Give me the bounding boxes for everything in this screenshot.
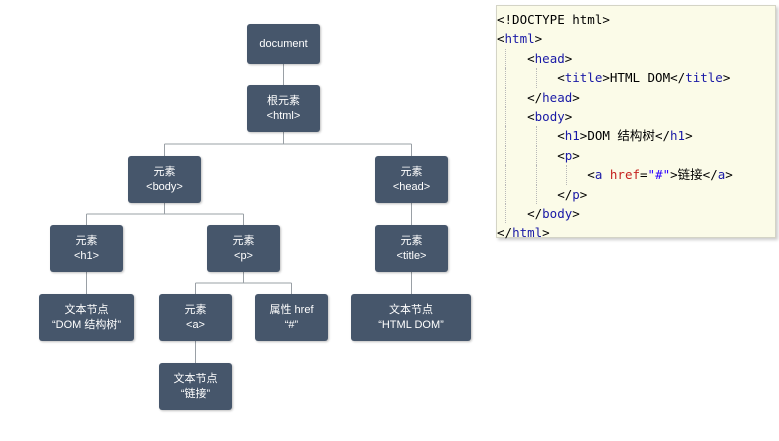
node-value: “链接” xyxy=(180,387,211,400)
node-label: 元素 xyxy=(232,234,255,247)
code-tag: title xyxy=(564,70,603,86)
code-doctype: <!DOCTYPE html> xyxy=(497,12,610,27)
node-text-dom-tree: 文本节点 “DOM 结构树” xyxy=(39,294,134,341)
indent-guide xyxy=(505,203,506,224)
node-tag: <p> xyxy=(234,249,253,262)
code-line-p-close: </p> xyxy=(497,184,775,204)
indent-guide xyxy=(505,145,506,166)
indent-guide xyxy=(505,165,506,185)
code-text: DOM 结构树 xyxy=(587,128,655,144)
code-line-a: <a href="#">链接</a> xyxy=(497,165,775,185)
node-label: 文本节点 xyxy=(173,372,218,385)
node-label: 元素 xyxy=(400,234,423,247)
node-label: 文本节点 xyxy=(64,303,109,316)
node-label: 根元素 xyxy=(267,94,300,107)
dom-tree-illustration: document 根元素 <html> 元素 <body> 元素 <head> … xyxy=(0,0,779,441)
indent-guide xyxy=(505,87,506,107)
node-label: 元素 xyxy=(75,234,98,247)
node-label: 元素 xyxy=(400,165,423,178)
code-line-html-open: <html> xyxy=(497,31,543,47)
node-label: 元素 xyxy=(184,303,207,316)
indent-guide xyxy=(505,106,506,127)
node-label: 文本节点 xyxy=(389,303,433,316)
node-label: 元素 xyxy=(153,165,176,178)
node-h1: 元素 <h1> xyxy=(50,225,123,272)
code-line-html-close: </html> xyxy=(497,225,550,241)
code-line-doctype: <!DOCTYPE html> xyxy=(497,10,775,29)
node-tag: <head> xyxy=(392,180,431,193)
code-tag: head xyxy=(542,89,573,105)
code-attr: href xyxy=(609,167,641,183)
node-value: “HTML DOM” xyxy=(378,318,444,331)
code-line-body-open: <body> xyxy=(497,106,775,127)
node-label: 属性 href xyxy=(269,303,314,316)
code-line-p-open: <p> xyxy=(497,145,775,166)
code-line-title: <title>HTML DOM</title> xyxy=(497,68,775,88)
code-tag: p xyxy=(572,186,580,202)
node-tag: <a> xyxy=(186,318,205,331)
code-tag: a xyxy=(594,167,603,183)
node-value: “DOM 结构树” xyxy=(51,318,122,331)
code-line-head-close: </head> xyxy=(497,87,775,107)
code-text: 链接 xyxy=(677,167,703,183)
code-tag: html xyxy=(504,31,535,47)
node-attribute-href: 属性 href “#” xyxy=(255,294,328,341)
node-tag: <h1> xyxy=(73,249,100,262)
node-a: 元素 <a> xyxy=(159,294,232,341)
code-tag: head xyxy=(534,50,565,66)
code-line-h1: <h1>DOM 结构树</h1> xyxy=(497,126,775,146)
node-title: 元素 <title> xyxy=(375,225,448,272)
code-tag: p xyxy=(564,147,573,163)
node-html: 根元素 <html> xyxy=(247,85,320,132)
code-string: "#" xyxy=(647,167,671,183)
indent-guide xyxy=(505,68,506,88)
code-text: HTML DOM xyxy=(609,70,671,86)
indent-guide xyxy=(505,126,506,146)
code-tag: h1 xyxy=(564,128,580,144)
node-tag: <html> xyxy=(266,109,301,122)
node-label: document xyxy=(259,37,308,50)
node-text-link: 文本节点 “链接” xyxy=(159,363,232,410)
indent-guide xyxy=(536,184,537,204)
indent-guide xyxy=(536,126,537,146)
code-tag: a xyxy=(717,167,726,183)
indent-guide xyxy=(566,165,567,185)
indent-guide xyxy=(505,184,506,204)
code-tag: title xyxy=(685,70,723,86)
indent-guide xyxy=(536,165,537,185)
html-code-panel: <!DOCTYPE html> <html> <head> <title>HTM… xyxy=(496,5,776,240)
node-value: “#” xyxy=(284,318,299,331)
code-tag: body xyxy=(542,205,573,221)
node-tag: <body> xyxy=(146,180,183,193)
code-tag: body xyxy=(534,108,565,124)
code-line-head-open: <head> xyxy=(497,48,775,69)
node-document: document xyxy=(247,24,320,64)
code-tag: h1 xyxy=(670,128,686,144)
node-head: 元素 <head> xyxy=(375,156,448,203)
node-tag: <title> xyxy=(396,249,427,262)
indent-guide xyxy=(536,145,537,166)
indent-guide xyxy=(505,48,506,69)
node-p: 元素 <p> xyxy=(207,225,280,272)
code-tag: html xyxy=(512,225,543,241)
code-line-body-close: </body> xyxy=(497,203,775,224)
indent-guide xyxy=(536,68,537,88)
node-body: 元素 <body> xyxy=(128,156,201,203)
node-text-html-dom: 文本节点 “HTML DOM” xyxy=(351,294,471,341)
